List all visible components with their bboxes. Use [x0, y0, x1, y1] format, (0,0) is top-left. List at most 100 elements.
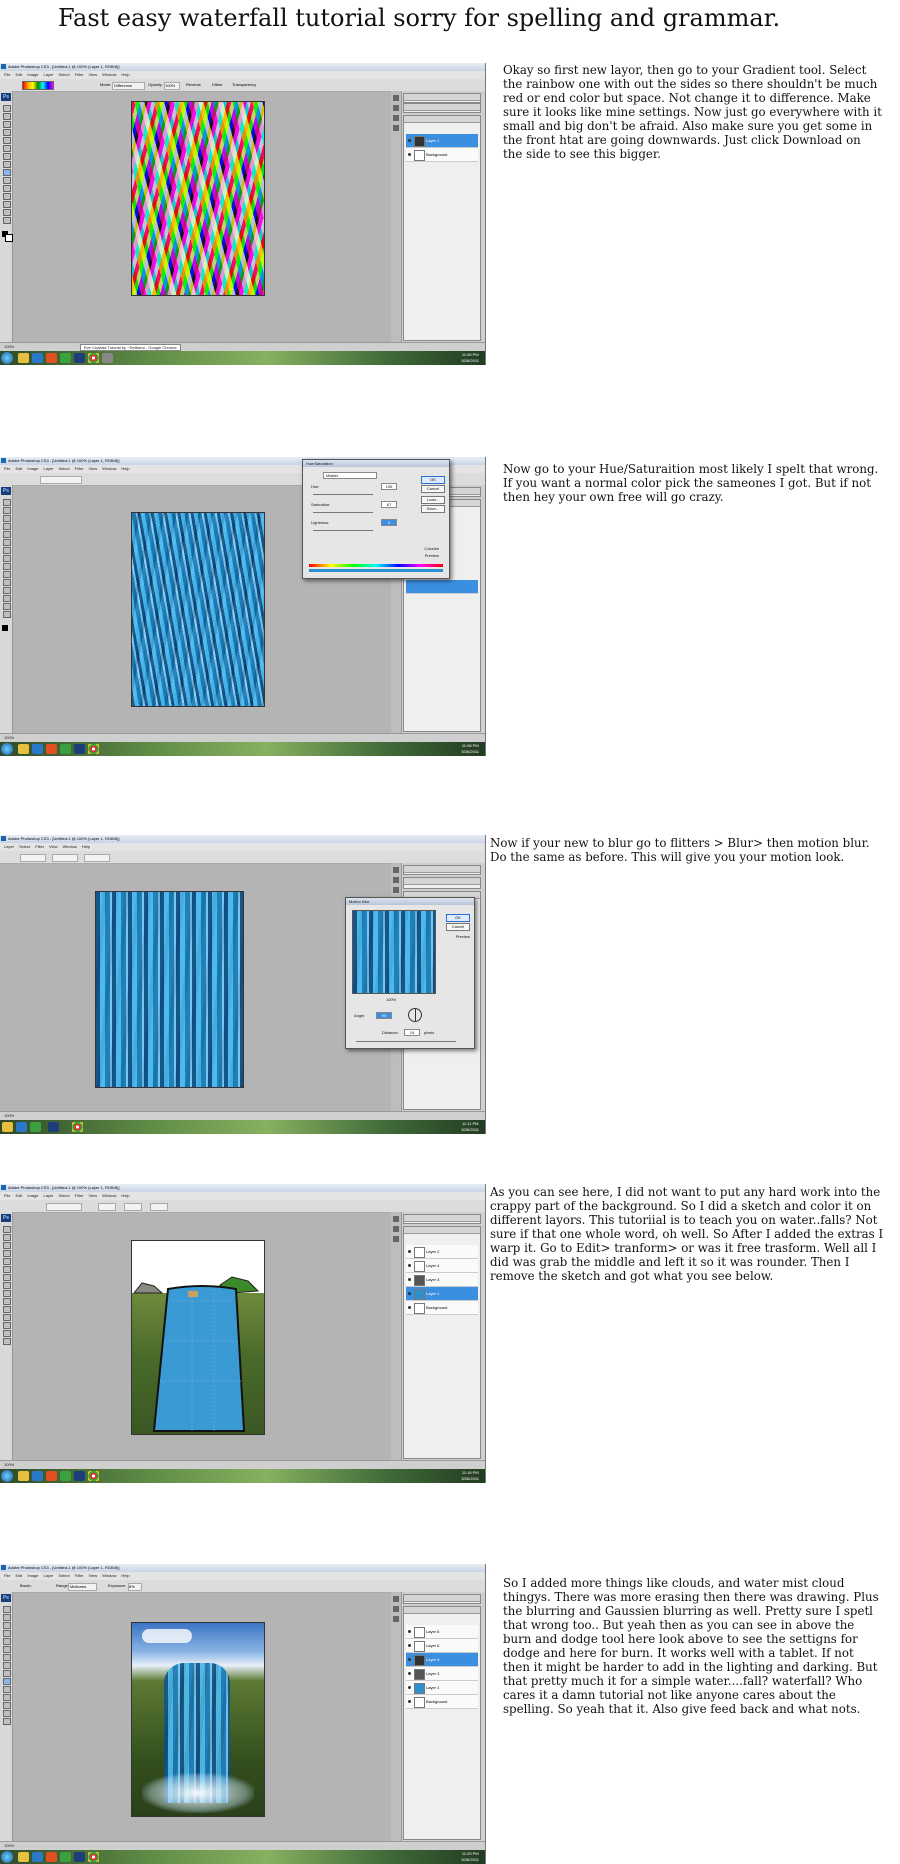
app-icon[interactable] [30, 1122, 41, 1132]
wand-tool-icon[interactable] [3, 1250, 11, 1257]
move-tool-icon[interactable] [3, 1606, 11, 1613]
dodge-tool-icon[interactable] [3, 571, 11, 578]
gradient-picker[interactable] [22, 81, 54, 90]
cancel-button[interactable]: Cancel [446, 923, 470, 931]
navigator-panel[interactable] [403, 1214, 481, 1224]
stamp-tool-icon[interactable] [3, 1274, 11, 1281]
menu-file[interactable]: File [4, 72, 10, 77]
chrome-icon[interactable] [88, 353, 99, 363]
media-icon[interactable] [46, 1471, 57, 1481]
marquee-tool-icon[interactable] [3, 113, 11, 120]
edit-select[interactable]: Master [323, 472, 377, 479]
hue-slider[interactable] [313, 494, 373, 495]
move-tool-icon[interactable] [3, 105, 11, 112]
layer-row[interactable] [406, 580, 478, 594]
sample-select[interactable] [40, 476, 82, 484]
stamp-tool-icon[interactable] [3, 547, 11, 554]
marquee-tool-icon[interactable] [3, 1234, 11, 1241]
zoom-tool-icon[interactable] [3, 1718, 11, 1725]
layer-row[interactable]: Layer 3 [406, 1273, 478, 1287]
navigator-panel[interactable] [403, 93, 481, 103]
v-field[interactable] [150, 1203, 168, 1211]
crop-tool-icon[interactable] [3, 1258, 11, 1265]
app-icon[interactable] [102, 353, 113, 363]
saturation-field[interactable]: 67 [381, 501, 397, 508]
layer-row[interactable]: Layer 1 [406, 1681, 478, 1695]
hand-tool-icon[interactable] [3, 1330, 11, 1337]
crop-tool-icon[interactable] [3, 531, 11, 538]
app-icon[interactable] [60, 1852, 71, 1862]
layer-row[interactable]: Layer 2 [406, 1245, 478, 1259]
photoshop-taskbar-icon[interactable] [74, 744, 85, 754]
dodge-tool-icon[interactable] [3, 1298, 11, 1305]
shape-tool-icon[interactable] [3, 1702, 11, 1709]
menu-select[interactable]: Select [59, 72, 70, 77]
photoshop-taskbar-icon[interactable] [74, 353, 85, 363]
ie-icon[interactable] [32, 1471, 43, 1481]
chrome-tab[interactable]: Eve Crystals Tutorial by ~Emiliano - Goo… [80, 344, 181, 351]
gradient-tool-icon[interactable] [3, 563, 11, 570]
color-panel[interactable] [403, 877, 481, 889]
reverse-checkbox[interactable]: Reverse [186, 82, 201, 87]
canvas-water-texture[interactable] [131, 512, 265, 707]
hand-tool-icon[interactable] [3, 209, 11, 216]
media-icon[interactable] [46, 744, 57, 754]
shape-tool-icon[interactable] [3, 1322, 11, 1329]
zoom-tool-icon[interactable] [3, 217, 11, 224]
color-panel[interactable] [403, 103, 481, 113]
zoom-tool-icon[interactable] [3, 611, 11, 618]
navigator-panel[interactable] [403, 865, 481, 875]
pen-tool-icon[interactable] [3, 185, 11, 192]
gradient-tool-icon[interactable] [3, 169, 11, 176]
hand-tool-icon[interactable] [3, 1710, 11, 1717]
explorer-icon[interactable] [18, 353, 29, 363]
chrome-icon[interactable] [88, 744, 99, 754]
pen-tool-icon[interactable] [3, 1306, 11, 1313]
angle-dial-icon[interactable] [408, 1008, 422, 1022]
type-tool-icon[interactable] [3, 1314, 11, 1321]
lasso-tool-icon[interactable] [3, 1242, 11, 1249]
menu-layer[interactable]: Layer [43, 72, 53, 77]
gradient-tool-icon[interactable] [3, 1290, 11, 1297]
wand-tool-icon[interactable] [3, 523, 11, 530]
marquee-tool-icon[interactable] [3, 507, 11, 514]
transparency-checkbox[interactable]: Transparency [232, 82, 256, 87]
burn-tool-icon[interactable] [3, 1678, 11, 1685]
start-button-icon[interactable] [1, 352, 13, 364]
chrome-icon[interactable] [88, 1471, 99, 1481]
actual-pixels-button[interactable] [20, 854, 46, 862]
colorize-checkbox[interactable]: Colorize [424, 546, 439, 551]
canvas-final-waterfall[interactable] [131, 1622, 265, 1817]
photoshop-taskbar-icon[interactable] [48, 1122, 59, 1132]
menu-help[interactable]: Help [121, 72, 129, 77]
cancel-button[interactable]: Cancel [421, 485, 445, 493]
crop-tool-icon[interactable] [3, 137, 11, 144]
gradient-tool-icon[interactable] [3, 1670, 11, 1677]
layer-row[interactable]: Background [406, 148, 478, 162]
menu-image[interactable]: Image [27, 72, 38, 77]
type-tool-icon[interactable] [3, 193, 11, 200]
layer-row[interactable]: Layer 1 [406, 134, 478, 148]
layer-row[interactable]: Background [406, 1695, 478, 1709]
explorer-icon[interactable] [18, 1852, 29, 1862]
app-icon[interactable] [60, 353, 71, 363]
load-button[interactable]: Load... [421, 496, 445, 504]
mode-select[interactable]: Difference [112, 82, 145, 90]
eraser-tool-icon[interactable] [3, 1282, 11, 1289]
menu-edit[interactable]: Edit [15, 72, 22, 77]
explorer-icon[interactable] [2, 1122, 13, 1132]
menu-view[interactable]: View [89, 72, 98, 77]
ie-icon[interactable] [32, 353, 43, 363]
app-icon[interactable] [60, 744, 71, 754]
navigator-panel[interactable] [403, 1594, 481, 1604]
explorer-icon[interactable] [18, 744, 29, 754]
dither-checkbox[interactable]: Dither [212, 82, 223, 87]
zoom-tool-icon[interactable] [3, 1338, 11, 1345]
media-icon[interactable] [46, 353, 57, 363]
brush-tool-icon[interactable] [3, 1266, 11, 1273]
app-icon[interactable] [60, 1471, 71, 1481]
type-tool-icon[interactable] [3, 1694, 11, 1701]
wand-tool-icon[interactable] [3, 1630, 11, 1637]
ok-button[interactable]: OK [421, 476, 445, 484]
wand-tool-icon[interactable] [3, 129, 11, 136]
